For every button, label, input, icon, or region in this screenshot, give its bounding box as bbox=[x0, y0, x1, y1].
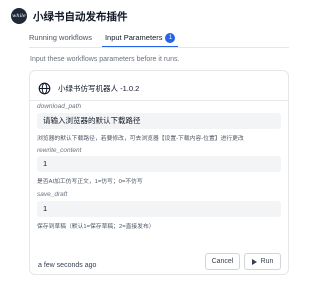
cancel-button[interactable]: Cancel bbox=[205, 253, 240, 270]
globe-icon bbox=[38, 82, 51, 94]
play-icon bbox=[251, 258, 257, 265]
tab-label: Running workflows bbox=[29, 33, 92, 42]
app-header: while 小绿书自动发布插件 bbox=[11, 7, 128, 25]
download-path-input[interactable]: 请输入浏览器的默认下载路径 bbox=[37, 113, 281, 129]
workflow-header: 小绿书仿写机器人 -1.0.2 bbox=[38, 77, 280, 99]
tab-running-workflows[interactable]: Running workflows bbox=[29, 33, 92, 47]
download-path-label: download_path bbox=[37, 103, 82, 110]
workflow-name: 小绿书仿写机器人 -1.0.2 bbox=[58, 83, 140, 93]
rewrite-content-help: 是否AI加工仿写正文，1=仿写；0=不仿写 bbox=[37, 179, 143, 185]
count-badge: 1 bbox=[165, 33, 176, 43]
card-divider bbox=[30, 100, 288, 101]
save-draft-label: save_draft bbox=[37, 191, 68, 198]
tab-label: Input Parameters bbox=[104, 33, 163, 42]
last-updated-timestamp: a few seconds ago bbox=[38, 262, 97, 269]
logo-text: while bbox=[12, 13, 26, 19]
app-title: 小绿书自动发布插件 bbox=[33, 10, 128, 23]
cancel-label: Cancel bbox=[211, 258, 234, 265]
instruction-text: Input these workflows parameters before … bbox=[30, 56, 180, 63]
tab-input-parameters[interactable]: Input Parameters 1 bbox=[101, 33, 178, 47]
tabs-divider bbox=[29, 47, 289, 48]
save-draft-help: 保存到草稿（默认1=保存草稿；2=直接发布） bbox=[37, 224, 155, 230]
rewrite-content-label: rewrite_content bbox=[37, 147, 82, 154]
save-draft-input[interactable]: 1 bbox=[37, 201, 281, 217]
run-label: Run bbox=[260, 258, 274, 265]
run-button[interactable]: Run bbox=[244, 253, 281, 270]
app-logo: while bbox=[11, 8, 27, 24]
rewrite-content-input[interactable]: 1 bbox=[37, 156, 281, 172]
workflow-parameters-card: 小绿书仿写机器人 -1.0.2 download_path 请输入浏览器的默认下… bbox=[29, 70, 289, 275]
tab-bar: Running workflows Input Parameters 1 bbox=[29, 33, 188, 47]
download-path-help: 浏览器的默认下载路径，若要修改，可去浏览器【设置-下载内容-位置】进行更改 bbox=[37, 136, 244, 142]
